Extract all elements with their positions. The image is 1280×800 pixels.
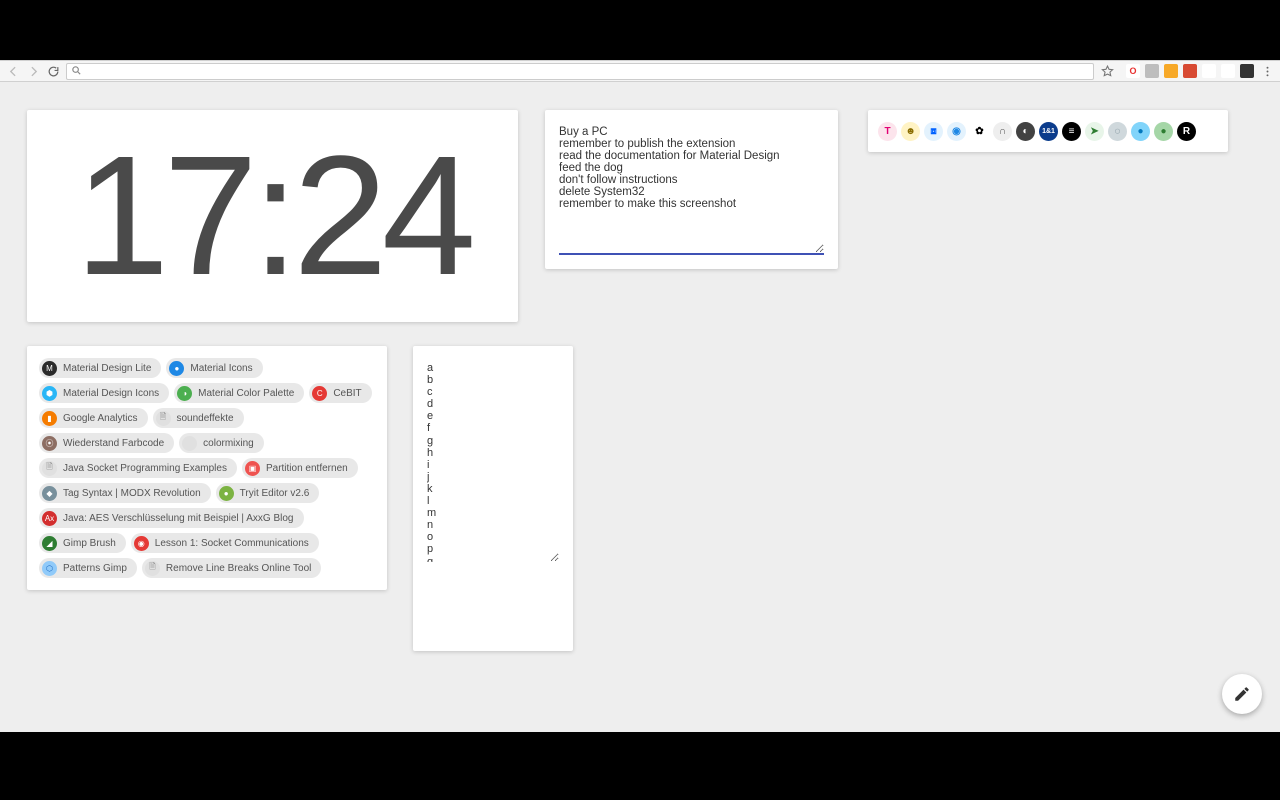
bookmark-favicon: 🗎 <box>156 411 171 426</box>
app-app6[interactable]: ∩ <box>993 122 1012 141</box>
reload-button[interactable] <box>46 64 60 78</box>
bookmark-favicon: ● <box>219 486 234 501</box>
bookmark-chip[interactable]: colormixing <box>179 433 264 453</box>
bookmark-favicon: 🗎 <box>42 461 57 476</box>
bookmark-chip[interactable]: ◆ Tag Syntax | MODX Revolution <box>39 483 211 503</box>
bookmark-chip[interactable]: ▣ Partition entfernen <box>242 458 358 478</box>
bookmark-favicon: ▮ <box>42 411 57 426</box>
bookmark-favicon: M <box>42 361 57 376</box>
app-app7[interactable]: ◐ <box>1016 122 1035 141</box>
address-bar[interactable] <box>66 63 1094 80</box>
text-textarea[interactable] <box>427 362 559 562</box>
browser-menu-icon[interactable] <box>1260 64 1274 78</box>
bookmark-chip[interactable]: C CeBIT <box>309 383 371 403</box>
app-app14[interactable]: R <box>1177 122 1196 141</box>
page-content: 17:24 T☻⧈◉✿∩◐1&1≡➤◌●●R MMaterial Design … <box>0 82 1280 732</box>
ext2-icon[interactable] <box>1145 64 1159 78</box>
bookmark-label: Material Icons <box>190 363 252 374</box>
bookmark-label: Material Color Palette <box>198 388 294 399</box>
app-1und1[interactable]: 1&1 <box>1039 122 1058 141</box>
edit-fab[interactable] <box>1222 674 1262 714</box>
bookmark-chip[interactable]: ▮ Google Analytics <box>39 408 148 428</box>
bookmark-label: Lesson 1: Socket Communications <box>155 538 309 549</box>
bookmark-label: Tag Syntax | MODX Revolution <box>63 488 201 499</box>
bookmark-favicon: ⬢ <box>42 386 57 401</box>
bookmark-chip[interactable]: 🗎 Java Socket Programming Examples <box>39 458 237 478</box>
ext7-icon[interactable] <box>1240 64 1254 78</box>
bookmark-label: Remove Line Breaks Online Tool <box>166 563 311 574</box>
bookmark-favicon: ◢ <box>42 536 57 551</box>
bookmark-chip[interactable]: ◢ Gimp Brush <box>39 533 126 553</box>
bookmark-chip[interactable]: ● Tryit Editor v2.6 <box>216 483 320 503</box>
clock-widget: 17:24 <box>27 110 518 322</box>
bookmark-favicon: ● <box>169 361 184 376</box>
ext6-icon[interactable] <box>1221 64 1235 78</box>
bookmark-chip[interactable]: ● Material Icons <box>166 358 262 378</box>
extension-icons: O <box>1126 64 1254 78</box>
notes-textarea[interactable] <box>559 126 824 255</box>
bookmark-favicon: ⦿ <box>42 436 57 451</box>
app-app2[interactable]: ☻ <box>901 122 920 141</box>
app-app12[interactable]: ● <box>1131 122 1150 141</box>
app-google-photos[interactable]: ✿ <box>970 122 989 141</box>
bookmark-favicon: Ax <box>42 511 57 526</box>
ext3-icon[interactable] <box>1164 64 1178 78</box>
browser-toolbar: O <box>0 60 1280 82</box>
bookmark-label: Material Design Icons <box>63 388 159 399</box>
bookmark-chip[interactable]: 🗎 Remove Line Breaks Online Tool <box>142 558 321 578</box>
bookmark-favicon <box>182 436 197 451</box>
bookmark-star-icon[interactable] <box>1100 64 1114 78</box>
bookmarks-chips: M Material Design Lite ● Material Icons ⬢ Mat… <box>39 358 375 578</box>
bookmark-label: Material Design Lite <box>63 363 151 374</box>
bookmark-favicon: ⬡ <box>42 561 57 576</box>
bookmark-label: Google Analytics <box>63 413 138 424</box>
bookmark-chip[interactable]: ⦿ Wiederstand Farbcode <box>39 433 174 453</box>
apps-widget: T☻⧈◉✿∩◐1&1≡➤◌●●R <box>868 110 1228 152</box>
text-widget <box>413 346 573 651</box>
app-dropbox[interactable]: ⧈ <box>924 122 943 141</box>
back-button[interactable] <box>6 64 20 78</box>
bookmark-favicon: ◆ <box>42 486 57 501</box>
bookmark-chip[interactable]: 🗎 soundeffekte <box>153 408 244 428</box>
bookmark-label: Tryit Editor v2.6 <box>240 488 310 499</box>
forward-button[interactable] <box>26 64 40 78</box>
bookmark-chip[interactable]: ⬡ Patterns Gimp <box>39 558 137 578</box>
bookmarks-widget: M Material Design Lite ● Material Icons ⬢ Mat… <box>27 346 387 590</box>
app-app13[interactable]: ● <box>1154 122 1173 141</box>
clock-time: 17:24 <box>75 118 470 314</box>
bookmark-favicon: ▣ <box>245 461 260 476</box>
bookmark-chip[interactable]: ◉ Lesson 1: Socket Communications <box>131 533 319 553</box>
app-app10[interactable]: ➤ <box>1085 122 1104 141</box>
bookmark-favicon: ◑ <box>177 386 192 401</box>
bookmark-favicon: C <box>312 386 327 401</box>
bookmark-label: Wiederstand Farbcode <box>63 438 164 449</box>
bookmark-label: Patterns Gimp <box>63 563 127 574</box>
ext4-icon[interactable] <box>1183 64 1197 78</box>
bookmark-favicon: 🗎 <box>145 561 160 576</box>
bookmark-label: soundeffekte <box>177 413 234 424</box>
notes-widget <box>545 110 838 269</box>
ext5-icon[interactable] <box>1202 64 1216 78</box>
bookmark-chip[interactable]: ◑ Material Color Palette <box>174 383 304 403</box>
search-icon <box>71 65 83 77</box>
app-app4[interactable]: ◉ <box>947 122 966 141</box>
app-app11[interactable]: ◌ <box>1108 122 1127 141</box>
bookmark-favicon: ◉ <box>134 536 149 551</box>
bookmark-label: CeBIT <box>333 388 361 399</box>
bookmark-label: Gimp Brush <box>63 538 116 549</box>
bookmark-chip[interactable]: Ax Java: AES Verschlüsselung mit Beispiel… <box>39 508 304 528</box>
pencil-icon <box>1233 685 1251 703</box>
bookmark-label: colormixing <box>203 438 254 449</box>
bookmark-chip[interactable]: M Material Design Lite <box>39 358 161 378</box>
bookmark-label: Java Socket Programming Examples <box>63 463 227 474</box>
bookmark-label: Partition entfernen <box>266 463 348 474</box>
app-app9[interactable]: ≡ <box>1062 122 1081 141</box>
opera-icon[interactable]: O <box>1126 64 1140 78</box>
bookmark-label: Java: AES Verschlüsselung mit Beispiel |… <box>63 513 294 524</box>
bookmark-chip[interactable]: ⬢ Material Design Icons <box>39 383 169 403</box>
taskbar-area <box>0 732 1280 800</box>
app-telekom[interactable]: T <box>878 122 897 141</box>
